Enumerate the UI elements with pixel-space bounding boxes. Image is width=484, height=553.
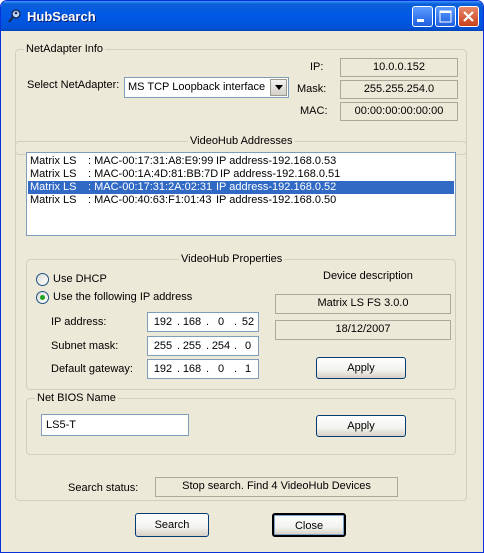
subnet-mask-field[interactable]: 255. 255. 254. 0 <box>147 336 259 356</box>
list-item-selected[interactable]: Matrix LS : MAC-00:17:31:2A:02:31 IP add… <box>28 181 454 194</box>
close-button[interactable]: Close <box>272 513 346 537</box>
close-icon <box>463 11 474 22</box>
netadapter-selected-value: MS TCP Loopback interface <box>128 81 266 93</box>
adapter-mac-value: 00:00:00:00:00:00 <box>340 102 458 121</box>
default-gateway-label: Default gateway: <box>51 363 133 375</box>
netbios-group: Net BIOS Name Apply <box>26 392 456 455</box>
default-gateway-field[interactable]: 192. 168. 0. 1 <box>147 359 259 379</box>
minimize-button[interactable] <box>412 6 433 27</box>
netbios-name-text[interactable] <box>42 415 188 435</box>
netadapter-legend: NetAdapter Info <box>24 43 106 56</box>
maximize-button[interactable] <box>435 6 456 27</box>
window-title: HubSearch <box>27 9 96 24</box>
adapter-ip-label: IP: <box>310 61 324 73</box>
adapter-mask-label: Mask: <box>297 83 327 95</box>
app-icon <box>7 8 23 24</box>
maximize-icon <box>439 10 452 23</box>
close-window-button[interactable] <box>458 6 479 27</box>
minimize-icon <box>417 19 424 22</box>
videohub-addresses-group: VideoHub Addresses Matrix LS : MAC-00:17… <box>15 135 467 501</box>
videohub-properties-legend: VideoHub Properties <box>179 253 285 266</box>
list-item[interactable]: Matrix LS : MAC-00:1A:4D:81:BB:7D IP add… <box>28 168 454 181</box>
list-item[interactable]: Matrix LS : MAC-00:17:31:A8:E9:99 IP add… <box>28 155 454 168</box>
use-dhcp-radio[interactable] <box>36 273 49 286</box>
netadapter-dropdown-button[interactable] <box>270 79 287 96</box>
use-static-ip-radio[interactable] <box>36 291 49 304</box>
chevron-down-icon <box>275 85 283 90</box>
netbios-name-input[interactable] <box>41 414 189 436</box>
select-netadapter-label: Select NetAdapter: <box>27 79 120 91</box>
device-date-value: 18/12/2007 <box>275 320 451 340</box>
device-description-value: Matrix LS FS 3.0.0 <box>275 294 451 314</box>
search-status-value: Stop search. Find 4 VideoHub Devices <box>155 477 398 497</box>
subnet-mask-label: Subnet mask: <box>51 340 119 352</box>
title-bar[interactable]: HubSearch <box>1 1 483 31</box>
adapter-ip-value: 10.0.0.152 <box>340 58 458 77</box>
properties-apply-button[interactable]: Apply <box>316 357 406 379</box>
adapter-mask-value: 255.255.254.0 <box>340 80 458 99</box>
window-content: NetAdapter Info Select NetAdapter: MS TC… <box>5 31 479 550</box>
search-status-label: Search status: <box>68 482 139 494</box>
use-dhcp-label[interactable]: Use DHCP <box>53 273 107 286</box>
netbios-apply-button[interactable]: Apply <box>316 415 406 437</box>
use-static-ip-label[interactable]: Use the following IP address <box>53 291 192 304</box>
hubsearch-window: HubSearch NetAdapter Info Select NetAdap… <box>0 0 484 553</box>
ip-address-label: IP address: <box>51 316 107 328</box>
ip-address-field[interactable]: 192. 168. 0. 52 <box>147 312 259 332</box>
search-button[interactable]: Search <box>135 513 209 537</box>
videohub-addresses-legend: VideoHub Addresses <box>188 135 295 148</box>
videohub-properties-group: VideoHub Properties Use DHCP Use the fol… <box>26 253 456 390</box>
adapter-mac-label: MAC: <box>300 105 328 117</box>
list-item[interactable]: Matrix LS : MAC-00:40:63:F1:01:43 IP add… <box>28 194 454 207</box>
netadapter-select[interactable]: MS TCP Loopback interface <box>124 77 289 98</box>
device-description-label: Device description <box>323 270 413 282</box>
videohub-list[interactable]: Matrix LS : MAC-00:17:31:A8:E9:99 IP add… <box>26 152 456 236</box>
netbios-legend: Net BIOS Name <box>35 392 118 405</box>
